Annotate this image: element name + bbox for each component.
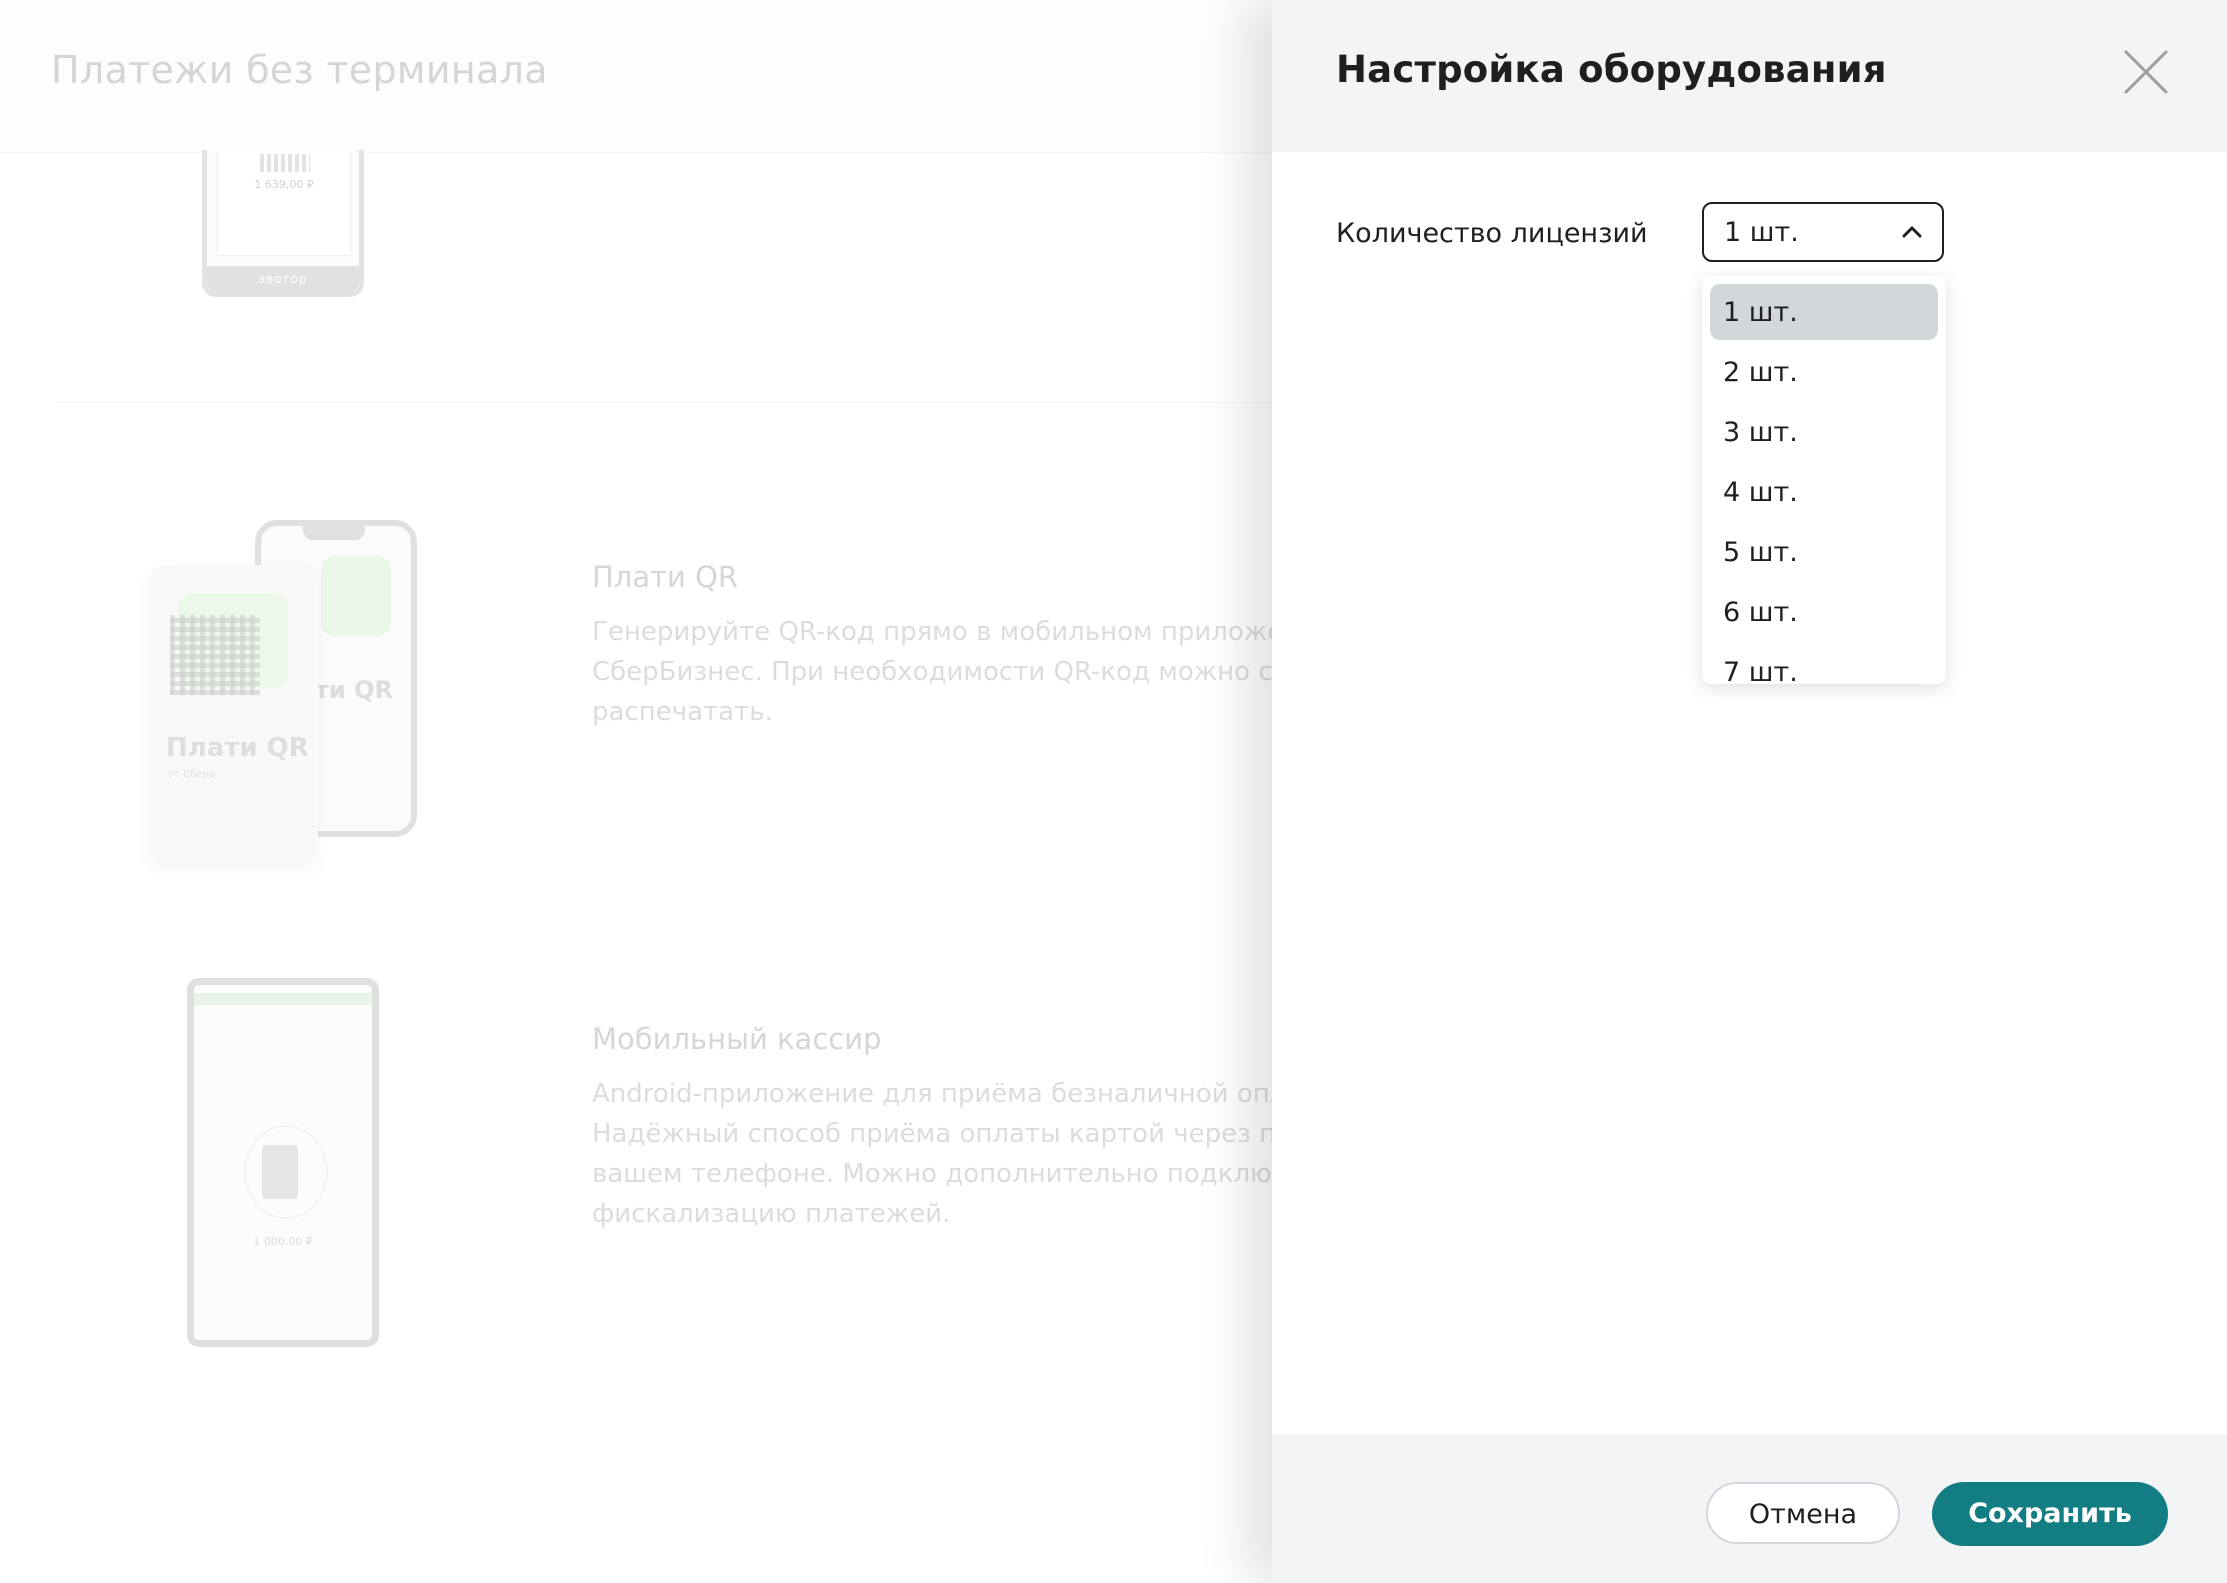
close-icon xyxy=(2124,50,2168,94)
option-label: 5 шт. xyxy=(1723,537,1798,568)
licenses-option-5[interactable]: 5 шт. xyxy=(1710,524,1938,580)
licenses-option-1[interactable]: 1 шт. xyxy=(1710,284,1938,340)
chevron-up-icon xyxy=(1900,220,1924,244)
panel-title: Настройка оборудования xyxy=(1336,48,1887,91)
option-label: 3 шт. xyxy=(1723,417,1798,448)
cancel-button[interactable]: Отмена xyxy=(1706,1482,1900,1544)
panel-header: Настройка оборудования xyxy=(1272,0,2227,152)
option-label: 1 шт. xyxy=(1723,297,1798,328)
panel-footer: Отмена Сохранить xyxy=(1272,1434,2227,1583)
licenses-select-value: 1 шт. xyxy=(1724,217,1799,248)
cancel-button-label: Отмена xyxy=(1748,1499,1858,1530)
licenses-option-4[interactable]: 4 шт. xyxy=(1710,464,1938,520)
save-button-label: Сохранить xyxy=(1968,1498,2132,1529)
close-button[interactable] xyxy=(2120,46,2172,98)
save-button[interactable]: Сохранить xyxy=(1932,1482,2168,1546)
licenses-option-3[interactable]: 3 шт. xyxy=(1710,404,1938,460)
licenses-option-7[interactable]: 7 шт. xyxy=(1710,644,1938,684)
option-label: 7 шт. xyxy=(1723,657,1798,684)
option-label: 4 шт. xyxy=(1723,477,1798,508)
licenses-option-6[interactable]: 6 шт. xyxy=(1710,584,1938,640)
licenses-dropdown[interactable]: 1 шт. 2 шт. 3 шт. 4 шт. 5 шт. 6 шт. 7 шт… xyxy=(1702,276,1946,684)
option-label: 6 шт. xyxy=(1723,597,1798,628)
licenses-label: Количество лицензий xyxy=(1336,218,1648,249)
licenses-select[interactable]: 1 шт. xyxy=(1702,202,1944,262)
equipment-settings-panel: Настройка оборудования Количество лиценз… xyxy=(1272,0,2227,1583)
option-label: 2 шт. xyxy=(1723,357,1798,388)
licenses-option-2[interactable]: 2 шт. xyxy=(1710,344,1938,400)
